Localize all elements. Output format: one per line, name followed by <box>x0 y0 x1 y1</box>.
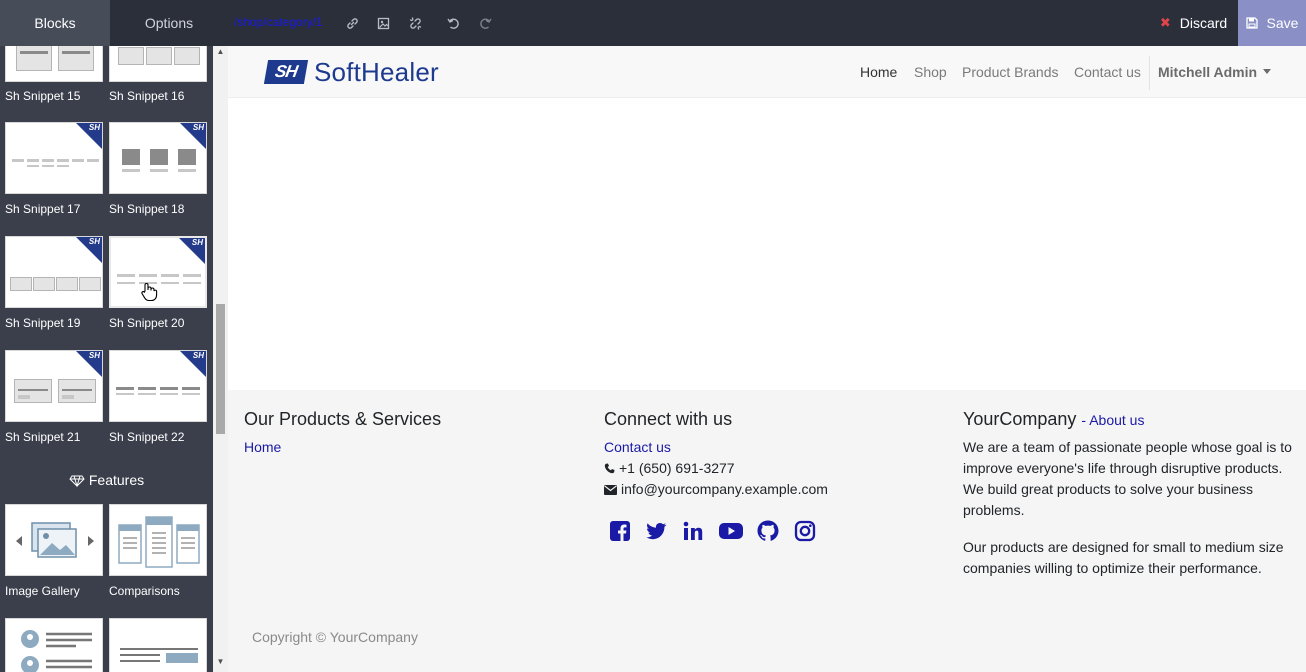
youtube-icon[interactable] <box>718 519 743 543</box>
link-icon[interactable] <box>343 14 361 32</box>
snippet-thumb[interactable]: SH <box>5 350 103 422</box>
footer-connect-title: Connect with us <box>604 409 733 429</box>
snippet-thumb[interactable]: SH <box>109 350 207 422</box>
footer-phone: +1 (650) 691-3277 <box>604 460 735 476</box>
footer-contact-link[interactable]: Contact us <box>604 439 671 455</box>
user-menu-dropdown[interactable]: Mitchell Admin <box>1158 64 1272 80</box>
snippet-thumb-hovered[interactable]: SH <box>109 236 207 308</box>
nav-item-product-brands[interactable]: Product Brands <box>962 64 1059 80</box>
hand-cursor-icon <box>140 282 158 305</box>
snippet-label: Sh Snippet 16 <box>109 89 185 103</box>
logo-text: SoftHealer <box>314 56 439 87</box>
linkedin-icon[interactable] <box>681 519 705 543</box>
feature-label: Comparisons <box>109 584 180 598</box>
sidebar-tabs: Blocks Options <box>0 0 228 46</box>
snippet-label: Sh Snippet 20 <box>109 316 185 330</box>
footer-products-title: Our Products & Services <box>244 409 442 429</box>
snippet-thumb[interactable]: SH <box>5 122 103 194</box>
site-logo[interactable]: SH SoftHealer <box>263 56 439 87</box>
sidebar-scrollbar[interactable]: ▲ ▼ <box>213 46 228 672</box>
snippet-thumb[interactable] <box>109 46 207 82</box>
editor-sidebar: Blocks Options Sh Snippet 15 Sh Snippet … <box>0 0 228 672</box>
website-header: SH SoftHealer Home Shop Product Brands C… <box>228 46 1306 98</box>
snippet-thumb[interactable] <box>5 46 103 82</box>
undo-icon[interactable] <box>444 14 462 32</box>
feature-label: Image Gallery <box>5 584 80 598</box>
url-path[interactable]: /shop/category/1 <box>234 15 323 29</box>
copyright-text: Copyright © YourCompany <box>252 629 418 645</box>
feature-thumb[interactable] <box>5 618 103 672</box>
website-footer: Our Products & Services Home Connect wit… <box>228 390 1306 672</box>
image-icon[interactable] <box>374 14 392 32</box>
snippet-label: Sh Snippet 22 <box>109 430 185 444</box>
nav-item-shop[interactable]: Shop <box>914 64 947 80</box>
editor-toolbar: /shop/category/1 ✖ Discard Save <box>228 0 1306 46</box>
footer-company-title: YourCompany - About us <box>963 409 1145 429</box>
instagram-icon[interactable] <box>793 519 817 543</box>
scrollbar-thumb[interactable] <box>216 304 225 434</box>
snippet-label: Sh Snippet 18 <box>109 202 185 216</box>
about-us-link[interactable]: - About us <box>1081 412 1144 428</box>
snippet-list[interactable]: Sh Snippet 15 Sh Snippet 16 SH SH Sh Sni… <box>0 46 213 672</box>
unlink-icon[interactable] <box>406 14 424 32</box>
diamond-icon <box>69 475 85 488</box>
snippet-label: Sh Snippet 17 <box>5 202 81 216</box>
snippet-label: Sh Snippet 15 <box>5 89 81 103</box>
nav-item-home[interactable]: Home <box>860 64 897 80</box>
tab-options[interactable]: Options <box>110 0 228 46</box>
logo-mark: SH <box>263 60 309 84</box>
envelope-icon <box>604 485 617 495</box>
snippet-label: Sh Snippet 19 <box>5 316 81 330</box>
github-icon[interactable] <box>756 519 780 543</box>
feature-thumb-image-gallery[interactable] <box>5 504 103 576</box>
footer-email: info@yourcompany.example.com <box>604 481 828 497</box>
footer-about-paragraph-1: We are a team of passionate people whose… <box>963 439 1292 518</box>
phone-icon <box>604 463 615 474</box>
tab-blocks[interactable]: Blocks <box>0 0 110 46</box>
footer-about-paragraph-2: Our products are designed for small to m… <box>963 539 1284 576</box>
page-content-empty <box>228 98 1306 390</box>
snippet-thumb[interactable]: SH <box>5 236 103 308</box>
snippet-thumb[interactable]: SH <box>109 122 207 194</box>
caret-down-icon <box>1263 69 1272 74</box>
discard-button[interactable]: ✖ Discard <box>1149 0 1238 46</box>
twitter-icon[interactable] <box>644 519 668 543</box>
facebook-icon[interactable] <box>608 519 632 543</box>
close-icon: ✖ <box>1159 15 1171 30</box>
redo-icon[interactable] <box>476 14 494 32</box>
snippet-label: Sh Snippet 21 <box>5 430 81 444</box>
save-button[interactable]: Save <box>1238 0 1306 46</box>
floppy-disk-icon <box>1245 17 1258 29</box>
feature-thumb-comparisons[interactable] <box>109 504 207 576</box>
feature-thumb[interactable] <box>109 618 207 672</box>
scroll-down-arrow-icon[interactable]: ▼ <box>216 658 225 666</box>
features-category-title: Features <box>0 472 213 488</box>
footer-home-link[interactable]: Home <box>244 439 281 455</box>
nav-item-contact-us[interactable]: Contact us <box>1074 64 1141 80</box>
scroll-up-arrow-icon[interactable]: ▲ <box>216 48 225 56</box>
nav-divider <box>1149 56 1150 90</box>
